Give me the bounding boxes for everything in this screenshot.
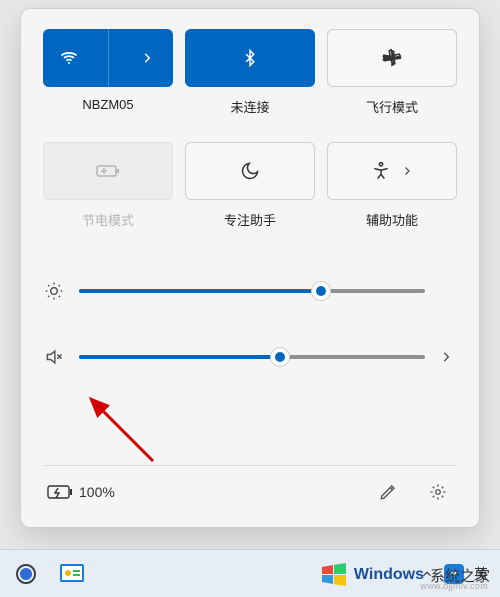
settings-button[interactable]: [423, 477, 453, 507]
wifi-icon: [59, 48, 79, 68]
gear-icon: [14, 562, 38, 586]
brightness-icon: [43, 281, 65, 301]
chevron-right-icon: [401, 165, 413, 177]
accessibility-tile[interactable]: [327, 142, 457, 200]
bluetooth-tile-label: 未连接: [185, 95, 315, 134]
taskbar: ✦ 英 Windows 系统之家 www.bjjmlv.com: [0, 549, 500, 597]
quick-settings-panel: NBZM05 未连接 飞行模式 节电模式 专注助手 辅助功能: [20, 8, 480, 528]
watermark: Windows 系统之家 www.bjjmlv.com: [320, 561, 490, 589]
wifi-tile[interactable]: [43, 29, 173, 87]
brightness-slider-thumb[interactable]: [311, 281, 331, 301]
bluetooth-icon: [241, 47, 259, 69]
sliders-section: [43, 267, 457, 399]
focus-assist-label: 专注助手: [185, 208, 315, 247]
battery-percent-text: 100%: [79, 484, 115, 500]
airplane-icon: [381, 47, 403, 69]
battery-saver-icon: [96, 163, 120, 179]
airplane-mode-tile[interactable]: [327, 29, 457, 87]
volume-muted-icon[interactable]: [43, 347, 65, 367]
gear-icon: [429, 483, 447, 501]
volume-expand[interactable]: [439, 350, 457, 364]
watermark-brand: Windows: [354, 566, 424, 584]
wifi-tile-label: NBZM05: [43, 95, 173, 134]
chevron-right-icon: [140, 51, 154, 65]
wifi-tile-divider: [108, 29, 109, 87]
battery-saver-label: 节电模式: [43, 208, 173, 247]
taskbar-control-panel-app[interactable]: [58, 560, 86, 588]
brightness-slider-fill: [79, 289, 321, 293]
panel-footer: 100%: [43, 465, 457, 517]
wifi-expand[interactable]: [121, 29, 174, 87]
taskbar-settings-app[interactable]: [12, 560, 40, 588]
bluetooth-tile[interactable]: [185, 29, 315, 87]
volume-slider-thumb[interactable]: [270, 347, 290, 367]
volume-slider-fill: [79, 355, 280, 359]
battery-charging-icon: [47, 484, 73, 500]
edit-button[interactable]: [373, 477, 403, 507]
accessibility-label: 辅助功能: [327, 208, 457, 247]
quick-tiles-grid: NBZM05 未连接 飞行模式 节电模式 专注助手 辅助功能: [43, 29, 457, 247]
control-panel-icon: [59, 563, 85, 585]
windows-logo-icon: [320, 561, 348, 589]
battery-saver-tile: [43, 142, 173, 200]
battery-status[interactable]: 100%: [47, 484, 115, 500]
accessibility-icon: [371, 161, 391, 181]
chevron-right-icon: [439, 350, 453, 364]
brightness-slider-row: [43, 267, 457, 315]
moon-icon: [240, 161, 260, 181]
pencil-icon: [379, 483, 397, 501]
volume-slider-row: [43, 333, 457, 381]
brightness-slider[interactable]: [79, 289, 425, 293]
airplane-tile-label: 飞行模式: [327, 95, 457, 134]
volume-slider[interactable]: [79, 355, 425, 359]
focus-assist-tile[interactable]: [185, 142, 315, 200]
watermark-url: www.bjjmlv.com: [420, 581, 488, 591]
wifi-toggle[interactable]: [43, 29, 96, 87]
